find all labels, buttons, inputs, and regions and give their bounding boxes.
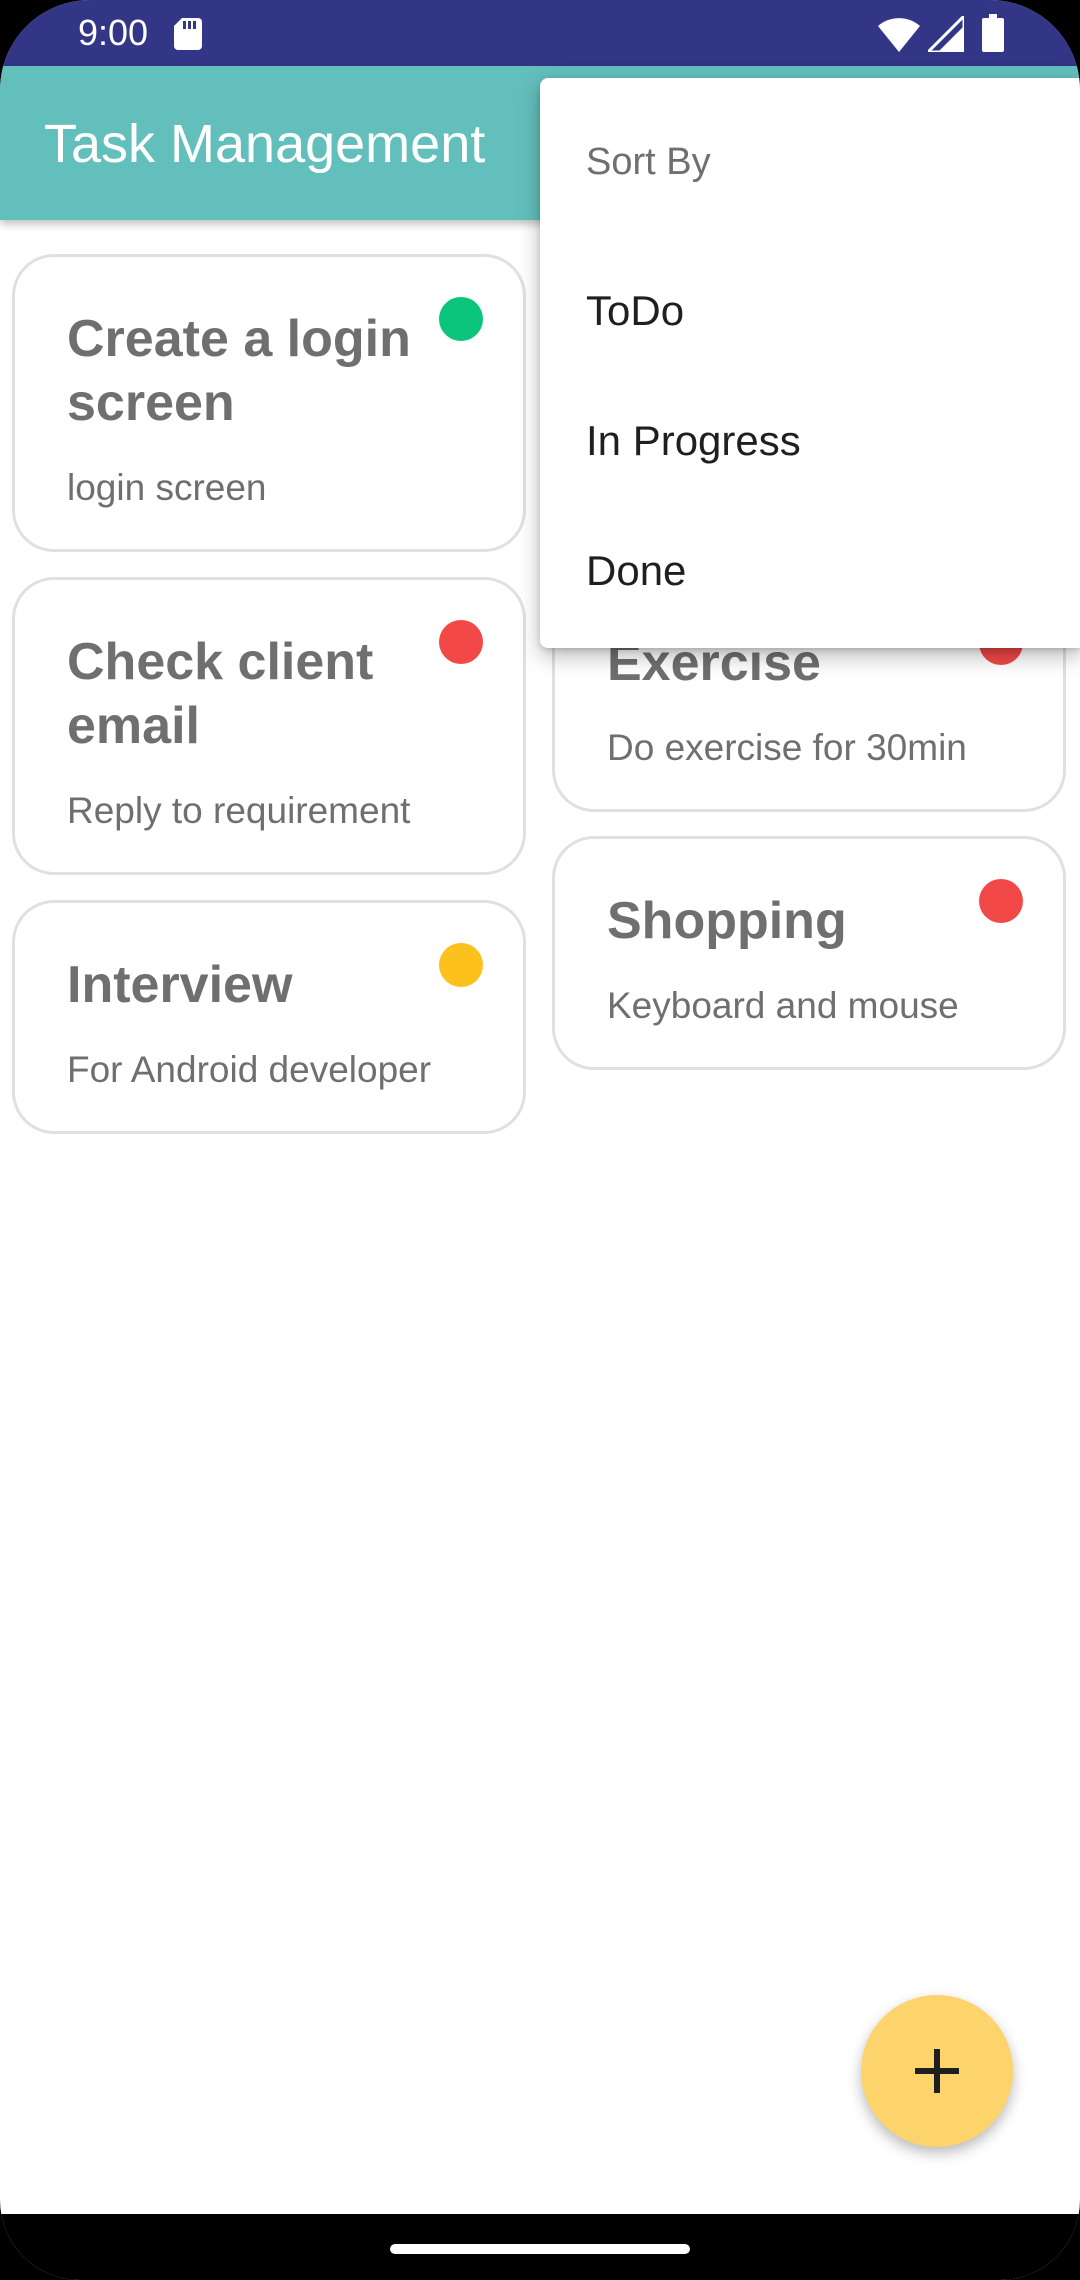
task-title: Check client email — [67, 633, 374, 755]
sort-option-in-progress[interactable]: In Progress — [540, 376, 1080, 506]
screen: 9:00 Task Management Create a login scre… — [0, 0, 1080, 2280]
task-description: Reply to requirement — [67, 790, 411, 831]
status-dot — [979, 879, 1023, 923]
task-card[interactable]: Shopping Keyboard and mouse — [552, 836, 1066, 1070]
navigation-bar — [0, 2214, 1080, 2280]
status-bar: 9:00 — [0, 0, 1080, 66]
plus-icon — [915, 2049, 959, 2093]
status-dot — [439, 620, 483, 664]
status-time: 9:00 — [78, 12, 149, 53]
task-title: Shopping — [607, 892, 847, 950]
sort-menu-header: Sort By — [586, 141, 711, 183]
status-dot — [439, 943, 483, 987]
sort-option-done[interactable]: Done — [540, 506, 1080, 636]
wifi-icon — [878, 18, 920, 52]
task-description: For Android developer — [67, 1049, 432, 1090]
signal-icon — [928, 16, 964, 52]
status-dot — [439, 297, 483, 341]
task-description: login screen — [67, 467, 267, 508]
task-card[interactable]: Create a login screen login screen — [12, 254, 526, 552]
battery-icon — [982, 14, 1004, 52]
task-description: Do exercise for 30min — [607, 727, 967, 768]
task-card[interactable]: Interview For Android developer — [12, 900, 526, 1134]
task-description: Keyboard and mouse — [607, 985, 959, 1026]
task-title: Create a login screen — [67, 310, 411, 432]
sort-menu: Sort By ToDo In Progress Done — [540, 78, 1080, 648]
add-task-button[interactable] — [861, 1995, 1013, 2147]
sort-option-todo[interactable]: ToDo — [540, 246, 1080, 376]
task-card[interactable]: Check client email Reply to requirement — [12, 577, 526, 875]
home-handle[interactable] — [390, 2244, 690, 2254]
task-title: Interview — [67, 956, 293, 1014]
app-title: Task Management — [44, 114, 486, 174]
sd-card-icon — [174, 18, 202, 50]
